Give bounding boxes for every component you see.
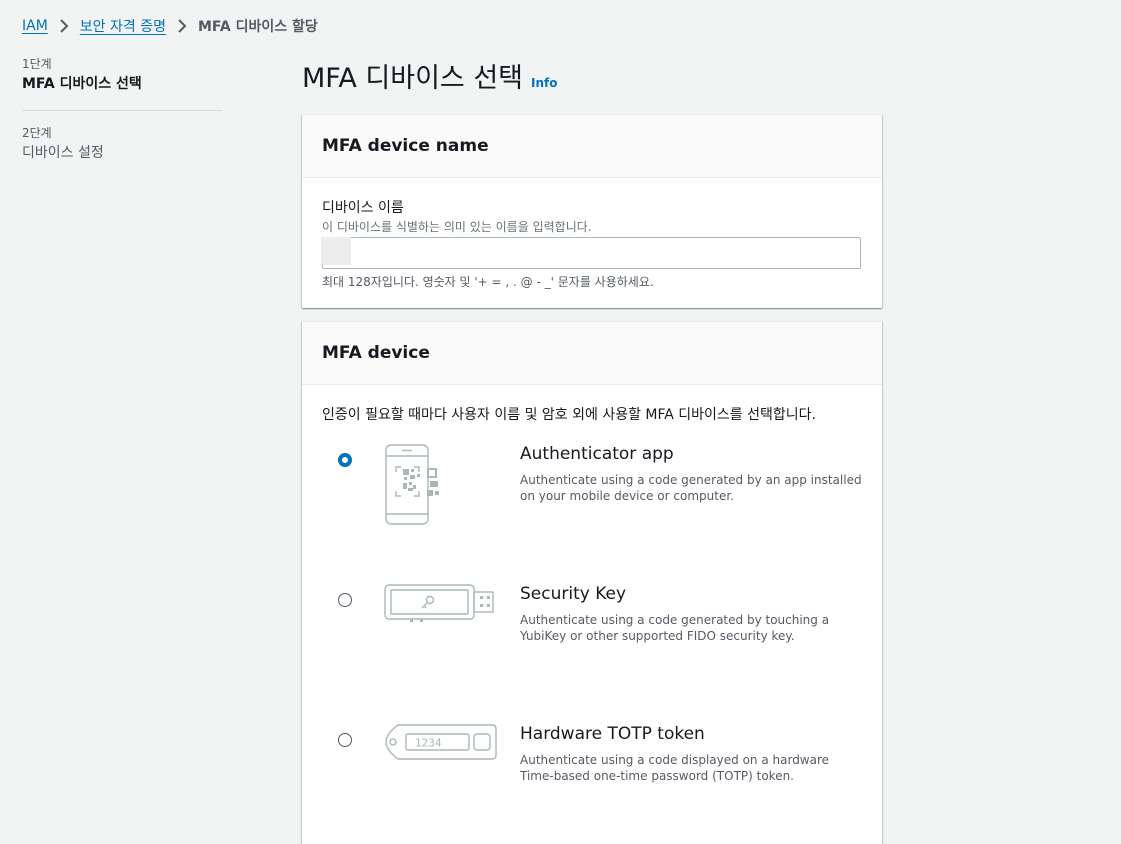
breadcrumb: IAM 보안 자격 증명 MFA 디바이스 할당	[22, 15, 318, 37]
authenticator-app-icon	[385, 444, 439, 525]
panel-header: MFA device name	[302, 115, 882, 178]
step-divider	[22, 110, 222, 111]
option-security-key[interactable]: Security Key Authenticate using a code g…	[302, 584, 882, 704]
radio-hardware-totp[interactable]	[338, 733, 352, 747]
step-2: 2단계 디바이스 설정	[22, 125, 222, 163]
token-display-digits: 1234	[415, 737, 442, 750]
option-authenticator-app[interactable]: Authenticator app Authenticate using a c…	[302, 444, 882, 564]
mfa-device-panel: MFA device 인증이 필요할 때마다 사용자 이름 및 암호 외에 사용…	[302, 321, 882, 844]
step-number: 2단계	[22, 126, 52, 140]
panel-header: MFA device	[302, 322, 882, 385]
panel-heading: MFA device	[322, 343, 430, 363]
page-header: MFA 디바이스 선택 Info	[302, 56, 558, 95]
device-name-constraint: 최대 128자입니다. 영숫자 및 '+ = , . @ - _' 문자를 사용…	[322, 275, 654, 289]
step-number: 1단계	[22, 57, 52, 71]
breadcrumb-iam[interactable]: IAM	[22, 18, 48, 34]
info-link[interactable]: Info	[531, 76, 557, 90]
mfa-device-name-panel: MFA device name 디바이스 이름 이 디바이스를 식별하는 의미 …	[302, 114, 882, 308]
breadcrumb-current: MFA 디바이스 할당	[197, 19, 318, 35]
option-description: Authenticate using a code displayed on a…	[520, 753, 830, 783]
option-description: Authenticate using a code generated by t…	[520, 613, 830, 643]
option-description: Authenticate using a code generated by a…	[520, 473, 862, 503]
chevron-right-icon	[60, 19, 69, 33]
device-name-label: 디바이스 이름	[322, 200, 404, 216]
page-title: MFA 디바이스 선택	[302, 63, 524, 94]
hardware-token-icon: 1234	[385, 724, 497, 760]
option-title: Authenticator app	[520, 444, 674, 464]
option-title: Security Key	[520, 584, 627, 604]
chevron-right-icon	[178, 19, 187, 33]
device-name-description: 이 디바이스를 식별하는 의미 있는 이름을 입력합니다.	[322, 220, 592, 234]
panel-heading: MFA device name	[322, 136, 489, 156]
device-intro-text: 인증이 필요할 때마다 사용자 이름 및 암호 외에 사용할 MFA 디바이스를…	[322, 407, 816, 423]
breadcrumb-security-credentials[interactable]: 보안 자격 증명	[80, 16, 166, 36]
security-key-icon	[384, 584, 494, 622]
step-1: 1단계 MFA 디바이스 선택	[22, 56, 222, 94]
step-title: 디바이스 설정	[22, 145, 104, 161]
radio-security-key[interactable]	[338, 593, 352, 607]
wizard-steps: 1단계 MFA 디바이스 선택 2단계 디바이스 설정	[22, 56, 222, 163]
option-title: Hardware TOTP token	[520, 724, 705, 744]
radio-authenticator-app[interactable]	[338, 453, 352, 467]
option-hardware-totp[interactable]: 1234 Hardware TOTP token Authenticate us…	[302, 724, 882, 844]
step-title: MFA 디바이스 선택	[22, 76, 142, 92]
redacted-area	[321, 237, 351, 265]
device-name-input[interactable]	[322, 237, 861, 269]
